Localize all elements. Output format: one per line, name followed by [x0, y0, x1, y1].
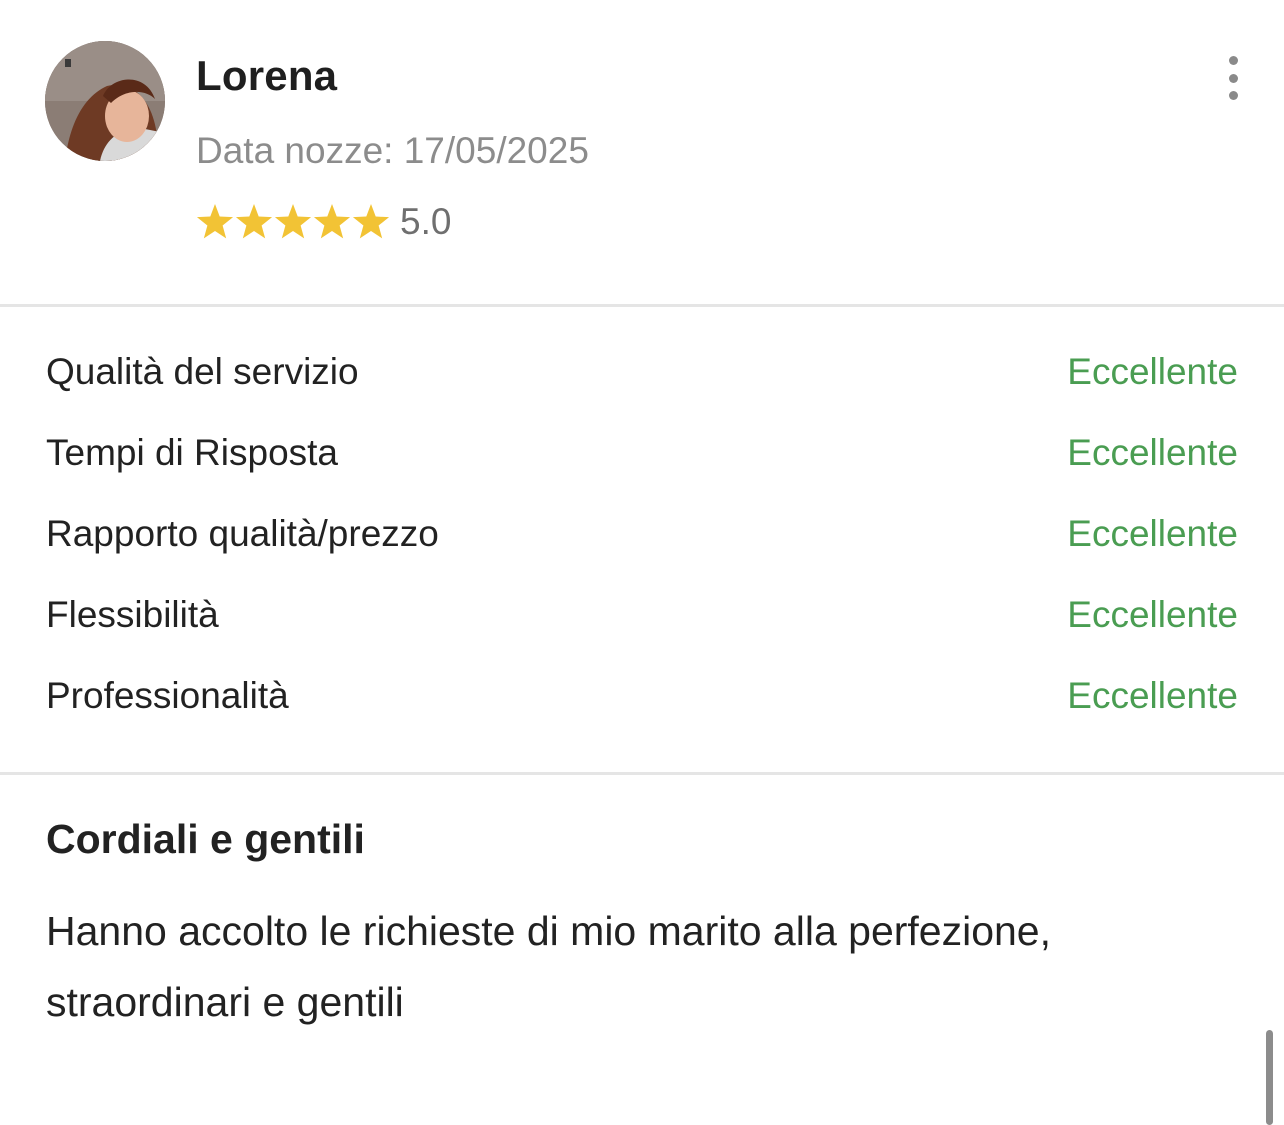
criterion-row: Rapporto qualità/prezzo Eccellente	[0, 498, 1284, 579]
star-icon	[313, 203, 351, 241]
criterion-label: Rapporto qualità/prezzo	[46, 513, 439, 554]
review-body: Hanno accolto le richieste di mio marito…	[46, 908, 1052, 1025]
more-vertical-icon-dot	[1228, 73, 1238, 83]
avatar-photo	[45, 41, 165, 161]
criterion-value: Eccellente	[1067, 432, 1238, 473]
star-icon	[196, 203, 234, 241]
more-vertical-icon	[1228, 56, 1238, 65]
criterion-row: Flessibilità Eccellente	[0, 579, 1284, 660]
star-icon	[274, 203, 312, 241]
criterion-label: Qualità del servizio	[46, 351, 359, 392]
criterion-label: Professionalità	[46, 675, 289, 716]
avatar[interactable]	[45, 41, 165, 161]
criterion-label: Flessibilità	[46, 594, 219, 635]
more-options-button[interactable]	[1216, 56, 1250, 100]
divider	[0, 772, 1284, 775]
star-icon	[235, 203, 273, 241]
criterion-value: Eccellente	[1067, 513, 1238, 554]
review-card: Lorena Data nozze: 17/05/2025 5.0 Qualit…	[0, 0, 1284, 1125]
criterion-row: Professionalità Eccellente	[0, 660, 1284, 741]
criterion-value: Eccellente	[1067, 675, 1238, 716]
star-rating	[196, 203, 391, 241]
review-header: Lorena Data nozze: 17/05/2025 5.0	[0, 0, 1284, 306]
criteria-list: Qualità del servizio Eccellente Tempi di…	[0, 336, 1284, 741]
review-title: Cordiali e gentili	[46, 816, 365, 862]
criterion-value: Eccellente	[1067, 351, 1238, 392]
more-vertical-icon-dot	[1228, 91, 1238, 100]
criterion-row: Tempi di Risposta Eccellente	[0, 417, 1284, 498]
criterion-row: Qualità del servizio Eccellente	[0, 336, 1284, 417]
criterion-value: Eccellente	[1067, 594, 1238, 635]
wedding-date: Data nozze: 17/05/2025	[196, 130, 589, 171]
criterion-label: Tempi di Risposta	[46, 432, 339, 473]
rating: 5.0	[196, 200, 451, 244]
rating-value: 5.0	[400, 201, 452, 242]
divider	[0, 304, 1284, 307]
scrollbar[interactable]	[1266, 1030, 1273, 1125]
star-icon	[352, 203, 390, 241]
reviewer-name: Lorena	[196, 52, 338, 99]
